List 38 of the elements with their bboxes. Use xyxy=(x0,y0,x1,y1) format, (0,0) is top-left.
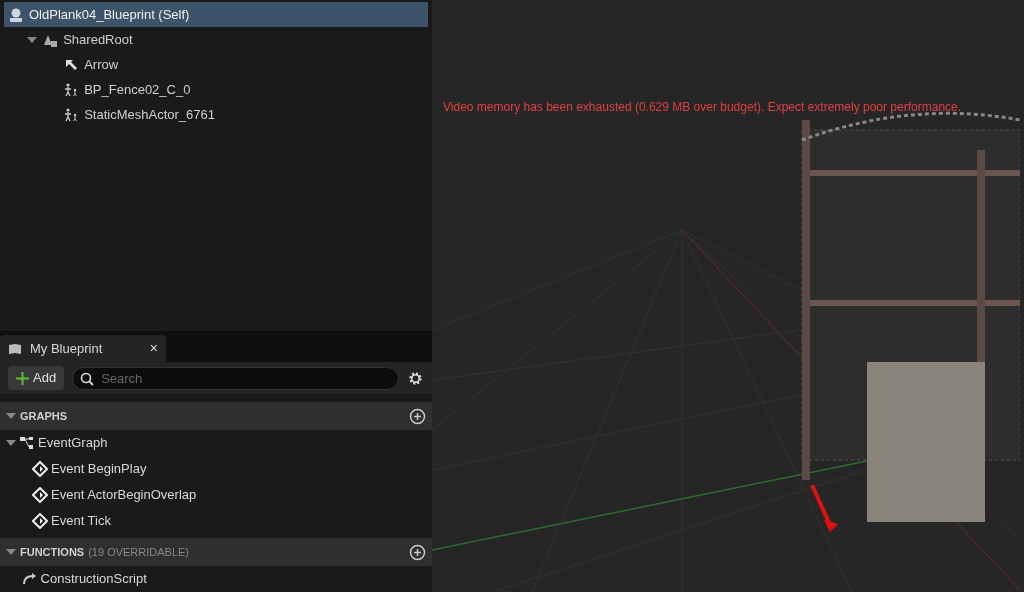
section-title: FUNCTIONS xyxy=(20,544,85,560)
search-icon xyxy=(80,371,95,386)
memory-warning: Video memory has been exhausted (0.629 MB over budget). Expect extremely poor performance. xyxy=(443,99,962,116)
tree-item[interactable]: Event BeginPlay xyxy=(0,456,432,482)
my-blueprint-tab[interactable]: My Blueprint × xyxy=(0,335,166,362)
section-header[interactable]: FUNCTIONS (19 OVERRIDABLE) xyxy=(0,538,432,566)
curved-arrow-icon xyxy=(21,571,38,587)
plus-icon xyxy=(16,371,29,385)
diamond-arrow-icon xyxy=(32,487,48,503)
expand-caret-icon[interactable] xyxy=(6,413,16,419)
expand-caret-icon[interactable] xyxy=(27,36,38,43)
tree-item[interactable]: Event Tick xyxy=(0,508,432,534)
figures-icon xyxy=(63,106,80,123)
settings-icon[interactable] xyxy=(407,369,424,387)
component-item[interactable]: SharedRoot xyxy=(4,27,428,52)
component-item[interactable]: Arrow xyxy=(4,52,428,77)
add-button[interactable]: Add xyxy=(8,366,65,390)
diamond-arrow-icon xyxy=(32,513,48,529)
section-header[interactable]: GRAPHS xyxy=(0,402,432,430)
component-item[interactable]: OldPlank04_Blueprint (Self) xyxy=(4,2,428,27)
section-note: (19 OVERRIDABLE) xyxy=(88,544,190,560)
add-circle-icon[interactable] xyxy=(409,543,426,561)
search-field[interactable]: Search xyxy=(72,366,399,390)
component-item[interactable]: StaticMeshActor_6761 xyxy=(4,102,428,127)
expand-caret-icon[interactable] xyxy=(6,549,16,555)
close-icon[interactable]: × xyxy=(149,338,158,359)
tree-item[interactable]: EventGraph xyxy=(0,430,432,456)
add-circle-icon[interactable] xyxy=(409,407,426,425)
section-title: GRAPHS xyxy=(20,408,68,424)
tree-item[interactable]: Event ActorBeginOverlap xyxy=(0,482,432,508)
book-icon xyxy=(8,342,22,355)
figures-icon xyxy=(63,81,80,98)
tree-item[interactable]: ConstructionScript xyxy=(0,566,432,592)
person-badge-icon xyxy=(8,6,24,23)
component-item[interactable]: BP_Fence02_C_0 xyxy=(4,77,428,102)
graph-icon xyxy=(19,435,35,451)
tab-label: My Blueprint xyxy=(30,339,103,358)
diamond-arrow-icon xyxy=(32,461,48,477)
